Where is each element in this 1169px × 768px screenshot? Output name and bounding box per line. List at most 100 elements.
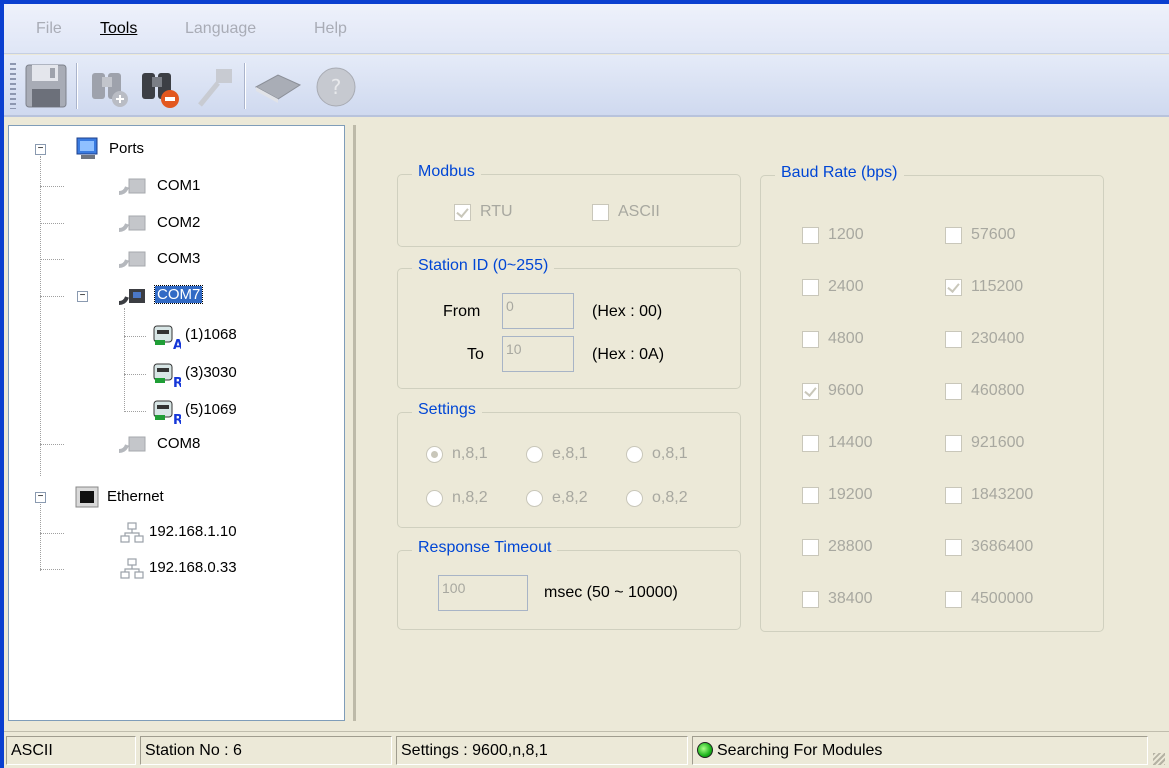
tree-connector xyxy=(124,308,125,412)
baud-3686400-checkbox[interactable] xyxy=(945,539,962,556)
collapse-toggle[interactable]: − xyxy=(35,144,46,155)
station-from-input[interactable]: 0 xyxy=(502,293,574,329)
settings-group: Settings n,8,1 e,8,1 o,8,1 n,8,2 e,8,2 o… xyxy=(397,401,741,528)
timeout-input[interactable]: 100 xyxy=(438,575,528,611)
baud-1200-label: 1200 xyxy=(828,226,864,243)
status-settings: Settings : 9600,n,8,1 xyxy=(396,736,688,765)
device-tree[interactable]: − Ports COM1 COM2 COM3 − COM7 A (1)1068 … xyxy=(8,125,345,721)
computer-icon xyxy=(73,136,103,167)
baud-57600-checkbox[interactable] xyxy=(945,227,962,244)
tree-node-ip-1[interactable]: 192.168.1.10 xyxy=(149,523,237,540)
baud-9600-label: 9600 xyxy=(828,382,864,399)
option-e82: e,8,2 xyxy=(552,489,588,506)
baud-14400-checkbox[interactable] xyxy=(802,435,819,452)
baud-rate-group: Baud Rate (bps) 1200 2400 4800 9600 1440… xyxy=(760,164,1104,632)
module-r-icon: R xyxy=(151,397,183,430)
connect-icon[interactable] xyxy=(190,61,238,111)
resize-grip[interactable] xyxy=(1153,753,1165,765)
tree-node-com1[interactable]: COM1 xyxy=(157,177,200,194)
tree-connector xyxy=(40,569,64,570)
status-led-icon xyxy=(697,742,713,758)
network-icon xyxy=(119,521,145,550)
response-timeout-group: Response Timeout 100 msec (50 ~ 10000) xyxy=(397,539,741,630)
tree-node-module-3[interactable]: (3)3030 xyxy=(185,364,237,381)
rtu-checkbox[interactable] xyxy=(454,204,471,221)
baud-230400-checkbox[interactable] xyxy=(945,331,962,348)
baud-rate-title: Baud Rate (bps) xyxy=(775,164,904,182)
tree-connector xyxy=(124,374,146,375)
search-add-icon[interactable] xyxy=(84,61,132,111)
baud-38400-label: 38400 xyxy=(828,590,873,607)
tree-connector xyxy=(40,223,64,224)
radio-e81[interactable] xyxy=(526,446,543,463)
baud-921600-checkbox[interactable] xyxy=(945,435,962,452)
menu-language[interactable]: Language xyxy=(185,20,256,38)
radio-n81[interactable] xyxy=(426,446,443,463)
toolbar-grip[interactable] xyxy=(10,63,16,109)
radio-n82[interactable] xyxy=(426,490,443,507)
to-hex: (Hex : 0A) xyxy=(592,346,665,363)
baud-4800-checkbox[interactable] xyxy=(802,331,819,348)
serial-port-icon xyxy=(115,246,151,277)
baud-19200-checkbox[interactable] xyxy=(802,487,819,504)
baud-2400-checkbox[interactable] xyxy=(802,279,819,296)
response-timeout-title: Response Timeout xyxy=(412,539,558,557)
toolbar: ? xyxy=(4,55,1169,117)
search-remove-icon[interactable] xyxy=(134,61,182,111)
baud-460800-checkbox[interactable] xyxy=(945,383,962,400)
module-r-icon: R xyxy=(151,360,183,393)
baud-4500000-checkbox[interactable] xyxy=(945,591,962,608)
ascii-checkbox[interactable] xyxy=(592,204,609,221)
svg-text:A: A xyxy=(173,338,181,350)
radio-o81[interactable] xyxy=(626,446,643,463)
tree-node-module-5[interactable]: (5)1069 xyxy=(185,401,237,418)
module-a-icon: A xyxy=(151,322,183,355)
baud-4800-label: 4800 xyxy=(828,330,864,347)
baud-115200-checkbox[interactable] xyxy=(945,279,962,296)
modbus-title: Modbus xyxy=(412,163,481,181)
baud-1200-checkbox[interactable] xyxy=(802,227,819,244)
tree-connector xyxy=(124,411,146,412)
radio-e82[interactable] xyxy=(526,490,543,507)
baud-28800-checkbox[interactable] xyxy=(802,539,819,556)
tree-connector xyxy=(40,259,64,260)
tree-node-ethernet[interactable]: Ethernet xyxy=(107,488,164,505)
baud-460800-label: 460800 xyxy=(971,382,1025,399)
book-icon[interactable] xyxy=(252,61,302,111)
svg-text:?: ? xyxy=(331,75,342,99)
settings-title: Settings xyxy=(412,401,482,419)
tree-node-ports[interactable]: Ports xyxy=(109,140,144,157)
settings-panel: Modbus RTU ASCII Station ID (0~255) From… xyxy=(353,125,1169,721)
tree-node-module-1[interactable]: (1)1068 xyxy=(185,326,237,343)
tree-node-com2[interactable]: COM2 xyxy=(157,214,200,231)
menu-tools[interactable]: Tools xyxy=(100,20,137,38)
app-window: File Tools Language Help ? − Ports COM1 … xyxy=(4,4,1169,768)
menu-help[interactable]: Help xyxy=(314,20,347,38)
serial-port-icon xyxy=(115,210,151,241)
tree-connector xyxy=(124,336,146,337)
help-icon[interactable]: ? xyxy=(312,61,360,111)
radio-o82[interactable] xyxy=(626,490,643,507)
station-to-input[interactable]: 10 xyxy=(502,336,574,372)
baud-230400-label: 230400 xyxy=(971,330,1025,347)
option-n81: n,8,1 xyxy=(452,445,488,462)
baud-1843200-label: 1843200 xyxy=(971,486,1034,503)
svg-text:R: R xyxy=(173,376,181,388)
collapse-toggle[interactable]: − xyxy=(35,492,46,503)
save-icon[interactable] xyxy=(22,61,70,111)
baud-9600-checkbox[interactable] xyxy=(802,383,819,400)
baud-38400-checkbox[interactable] xyxy=(802,591,819,608)
tree-node-ip-2[interactable]: 192.168.0.33 xyxy=(149,559,237,576)
option-e81: e,8,1 xyxy=(552,445,588,462)
baud-1843200-checkbox[interactable] xyxy=(945,487,962,504)
baud-921600-label: 921600 xyxy=(971,434,1025,451)
collapse-toggle[interactable]: − xyxy=(77,291,88,302)
status-mode: ASCII xyxy=(6,736,136,765)
tree-node-com3[interactable]: COM3 xyxy=(157,250,200,267)
option-n82: n,8,2 xyxy=(452,489,488,506)
menu-file[interactable]: File xyxy=(36,20,62,38)
tree-node-com7[interactable]: COM7 xyxy=(153,285,204,304)
svg-text:R: R xyxy=(173,413,181,425)
baud-2400-label: 2400 xyxy=(828,278,864,295)
tree-node-com8[interactable]: COM8 xyxy=(157,435,200,452)
